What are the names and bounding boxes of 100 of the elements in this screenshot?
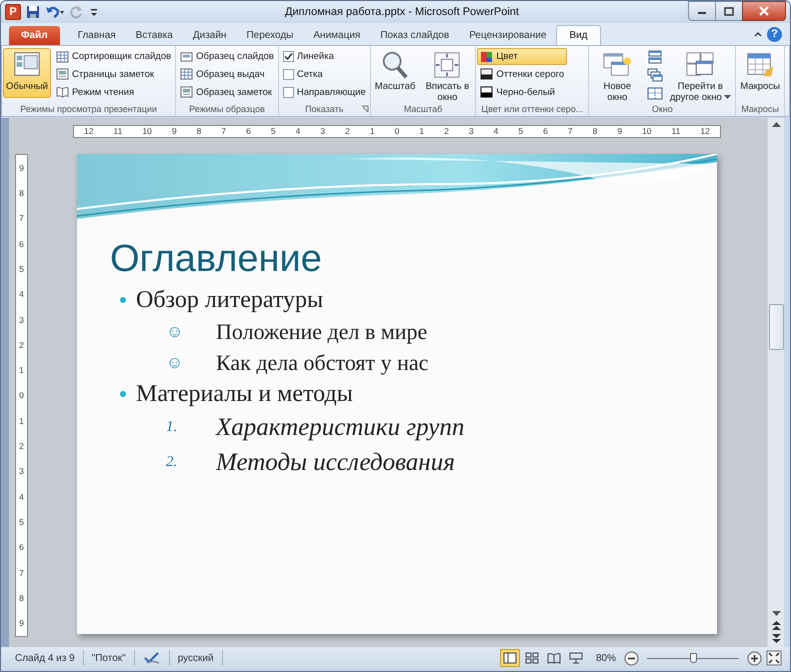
- ruler-number: 1: [19, 365, 24, 376]
- list-item: Положение дел в мире: [216, 318, 428, 344]
- list-item: Материалы и методы: [136, 380, 353, 408]
- ribbon-small-button[interactable]: Страницы заметок: [53, 66, 174, 83]
- scroll-up-icon[interactable]: [772, 122, 780, 128]
- help-button[interactable]: ?: [767, 26, 782, 42]
- ribbon-small-button[interactable]: Сортировщик слайдов: [53, 48, 174, 66]
- checkbox[interactable]: [282, 68, 294, 80]
- ribbon-tab[interactable]: Показ слайдов: [370, 25, 460, 45]
- zoom-out-icon[interactable]: [624, 650, 639, 666]
- ruler-number: 4: [296, 126, 300, 136]
- app-logo-icon[interactable]: P: [5, 4, 21, 20]
- ruler-number: 3: [468, 126, 474, 136]
- ribbon-tab[interactable]: Анимация: [303, 25, 370, 45]
- ruler-number: 8: [196, 126, 202, 136]
- ruler-number: 7: [19, 213, 24, 224]
- zoom-level[interactable]: 80%: [596, 652, 616, 664]
- ribbon-small-button[interactable]: Черно-белый: [477, 84, 568, 101]
- ribbon-large-button[interactable]: Новое окно: [590, 48, 644, 98]
- slide-counter: Слайд 4 из 9: [7, 650, 84, 666]
- ruler-number: 5: [19, 264, 24, 274]
- ruler-number: 10: [642, 126, 652, 136]
- grayscale-icon: [480, 68, 494, 80]
- list-item: Обзор литературы: [136, 286, 324, 314]
- ruler-number: 4: [19, 492, 24, 502]
- dialog-launcher-icon[interactable]: [360, 105, 369, 113]
- grid-icon: [180, 68, 194, 80]
- ribbon-tab[interactable]: Дизайн: [182, 25, 236, 45]
- cascade-windows-icon[interactable]: [647, 68, 664, 82]
- ruler-number: 8: [19, 592, 24, 603]
- notes-page-icon: [180, 86, 194, 98]
- normal-view-button[interactable]: [500, 649, 520, 667]
- ruler-number: 4: [19, 289, 24, 300]
- checkbox-label: Линейка: [296, 51, 334, 62]
- zoom-slider-thumb[interactable]: [690, 652, 697, 662]
- ribbon-small-button[interactable]: Оттенки серого: [477, 66, 568, 83]
- group-label: Показать: [305, 104, 344, 114]
- ribbon-large-button[interactable]: Макросы: [737, 48, 783, 98]
- ruler-number: 7: [221, 126, 226, 136]
- ribbon-tab[interactable]: Вставка: [126, 25, 183, 45]
- scroll-down-icon[interactable]: [772, 611, 780, 617]
- ruler-number: 1: [19, 416, 24, 426]
- ruler-number: 0: [19, 390, 24, 400]
- ruler-number: 3: [19, 466, 24, 476]
- group-label: Масштаб: [404, 104, 442, 114]
- maximize-icon: [724, 6, 734, 16]
- ruler-number: 6: [246, 126, 251, 136]
- ruler-number: 5: [19, 517, 24, 528]
- ruler-number: 7: [568, 126, 573, 136]
- checkbox[interactable]: [282, 86, 294, 98]
- ruler-number: 11: [672, 126, 680, 136]
- ribbon-large-button[interactable]: Масштаб: [372, 48, 418, 98]
- vertical-scrollbar[interactable]: [767, 118, 784, 647]
- ruler-number: 9: [19, 618, 24, 628]
- theme-name[interactable]: "Поток": [84, 650, 135, 666]
- previous-slide-icon[interactable]: [772, 621, 780, 630]
- scrollbar-thumb[interactable]: [768, 304, 784, 350]
- spelling-check-icon[interactable]: [142, 651, 161, 665]
- undo-icon[interactable]: [45, 5, 65, 19]
- ruler-number: 9: [172, 126, 177, 136]
- list-number: 1.: [166, 419, 178, 436]
- ruler-number: 2: [19, 340, 24, 350]
- ribbon-tab[interactable]: Вид: [556, 25, 600, 45]
- ribbon-tab[interactable]: Рецензирование: [459, 25, 556, 45]
- stacked-windows-icon[interactable]: [647, 50, 664, 64]
- ribbon-large-button[interactable]: Вписать в окно: [420, 48, 474, 98]
- bullet-icon: [120, 391, 126, 397]
- maximize-button[interactable]: [715, 1, 743, 21]
- list-number: 2.: [166, 454, 178, 471]
- close-button[interactable]: [742, 1, 786, 21]
- ribbon-small-button[interactable]: Образец заметок: [177, 84, 277, 101]
- group-label: Режимы просмотра презентации: [20, 104, 157, 114]
- fit-to-window-icon[interactable]: [766, 650, 782, 666]
- ribbon-small-button[interactable]: Образец слайдов: [177, 48, 277, 66]
- notes-page-icon: [56, 68, 69, 80]
- ribbon-small-button[interactable]: Цвет: [477, 48, 568, 66]
- ruler-number: 6: [19, 542, 24, 552]
- next-slide-icon[interactable]: [772, 634, 780, 643]
- ruler-number: 11: [113, 126, 122, 136]
- file-tab[interactable]: Файл: [9, 26, 60, 45]
- ribbon-tab[interactable]: Главная: [68, 25, 126, 45]
- ruler-number: 9: [617, 126, 622, 136]
- collapse-ribbon-icon[interactable]: [753, 29, 763, 39]
- checkbox-label: Направляющие: [296, 86, 366, 98]
- list-item: Характеристики групп: [216, 414, 464, 442]
- checkbox[interactable]: [282, 51, 294, 62]
- minimize-button[interactable]: [688, 1, 716, 21]
- ruler-number: 1: [419, 126, 424, 136]
- language[interactable]: русский: [170, 650, 223, 666]
- ribbon-tab[interactable]: Переходы: [236, 25, 304, 45]
- slide-title: Оглавление: [110, 237, 323, 282]
- ribbon-small-button[interactable]: Образец выдач: [177, 66, 277, 83]
- bullet-icon: [120, 297, 126, 303]
- ribbon-large-button[interactable]: Обычный: [3, 48, 51, 98]
- ribbon-small-button[interactable]: Режим чтения: [53, 84, 174, 101]
- close-icon: [759, 6, 769, 16]
- zoom-in-icon[interactable]: [747, 650, 762, 666]
- ruler-number: 8: [19, 188, 24, 198]
- split-window-icon[interactable]: [647, 86, 664, 100]
- save-icon[interactable]: [26, 5, 40, 19]
